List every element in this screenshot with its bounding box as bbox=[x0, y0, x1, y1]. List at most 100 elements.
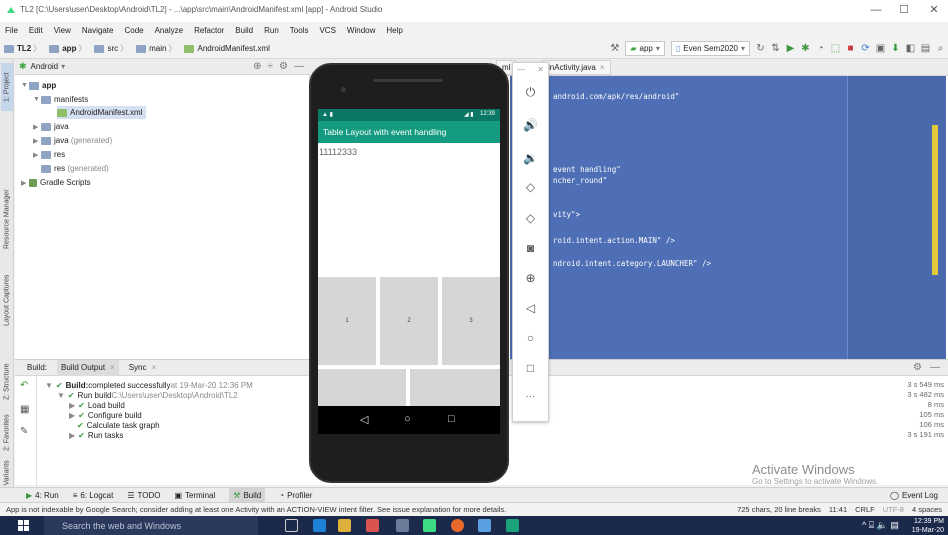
button-1[interactable]: 1 bbox=[318, 277, 376, 365]
tool-tab-favorites[interactable]: 2: Favorites bbox=[1, 409, 13, 457]
menu-analyze[interactable]: Analyze bbox=[155, 26, 183, 35]
more-options-icon[interactable]: ··· bbox=[513, 391, 548, 402]
volume-down-icon[interactable]: 🔉 bbox=[513, 151, 548, 165]
menu-edit[interactable]: Edit bbox=[29, 26, 43, 35]
menu-vcs[interactable]: VCS bbox=[319, 26, 335, 35]
rotate-left-icon[interactable]: ◇ bbox=[513, 180, 548, 194]
volume-up-icon[interactable]: 🔊 bbox=[513, 118, 548, 132]
menu-window[interactable]: Window bbox=[347, 26, 375, 35]
tree-item-java[interactable]: ▶ java bbox=[33, 120, 69, 133]
system-tray-icons[interactable]: ^ ⌸ 🔈 ▤ bbox=[862, 520, 899, 531]
close-tab-icon[interactable]: × bbox=[152, 363, 157, 372]
rerun-icon[interactable]: ↻ bbox=[753, 43, 768, 54]
menu-navigate[interactable]: Navigate bbox=[82, 26, 114, 35]
code-line[interactable]: ncher_round" bbox=[553, 176, 607, 185]
button-2[interactable]: 2 bbox=[380, 277, 438, 365]
zoom-icon[interactable]: ⊕ bbox=[513, 271, 548, 285]
recents-icon[interactable]: □ bbox=[448, 413, 455, 425]
home-icon[interactable]: ○ bbox=[513, 331, 548, 345]
tool-run[interactable]: ▶ 4: Run bbox=[26, 488, 59, 503]
build-row[interactable]: ✔ Calculate task graph bbox=[77, 420, 160, 430]
target-icon[interactable]: ⊕ bbox=[253, 61, 261, 72]
apply-changes-icon[interactable]: ⇅ bbox=[768, 43, 783, 54]
menu-run[interactable]: Run bbox=[264, 26, 279, 35]
build-row[interactable]: ▶ ✔ Load build bbox=[69, 400, 125, 410]
maximize-button[interactable]: ☐ bbox=[896, 3, 912, 17]
build-row[interactable]: ▼ ✔ Build: completed successfully at 19-Ma… bbox=[45, 380, 253, 390]
back-icon[interactable]: ◁ bbox=[513, 301, 548, 315]
sublime-icon[interactable] bbox=[366, 519, 379, 532]
sync-gradle-icon[interactable]: ⟳ bbox=[858, 43, 873, 54]
chrome-icon[interactable] bbox=[451, 519, 464, 532]
screenshot-icon[interactable]: ◙ bbox=[513, 241, 548, 255]
build-row[interactable]: ▼ ✔ Run build C:\Users\user\Desktop\Androi… bbox=[57, 390, 238, 400]
status-position[interactable]: 11:41 bbox=[829, 505, 847, 514]
menu-tools[interactable]: Tools bbox=[290, 26, 309, 35]
tool-tab-project[interactable]: 1: Project bbox=[1, 63, 13, 111]
menu-refactor[interactable]: Refactor bbox=[194, 26, 224, 35]
paint-icon[interactable] bbox=[478, 519, 491, 532]
tree-item-androidmanifest[interactable]: AndroidManifest.xml bbox=[57, 106, 147, 119]
tool-event-log[interactable]: ◯ Event Log bbox=[890, 488, 938, 503]
taskbar-search[interactable]: Search the web and Windows bbox=[44, 516, 258, 535]
tree-item-res[interactable]: ▶ res bbox=[33, 148, 65, 161]
breadcrumb-app[interactable]: app 〉 bbox=[45, 43, 88, 54]
gear-icon[interactable]: ⚙ bbox=[913, 362, 922, 373]
task-view-icon[interactable] bbox=[285, 519, 298, 532]
code-line[interactable]: android.com/apk/res/android" bbox=[553, 92, 679, 101]
taskbar-clock[interactable]: 12:39 PM 19-Mar-20 bbox=[912, 517, 944, 535]
search-icon[interactable]: ⌕ bbox=[933, 43, 948, 54]
close-tab-icon[interactable]: × bbox=[110, 363, 115, 372]
device-dropdown[interactable]: ▯ Even Sem2020 ▾ bbox=[670, 41, 750, 56]
breadcrumb-main[interactable]: main 〉 bbox=[132, 43, 178, 54]
project-structure-icon[interactable]: ▤ bbox=[918, 43, 933, 54]
tree-item-java-generated[interactable]: ▶ java (generated) bbox=[33, 134, 112, 147]
hammer-icon[interactable]: ⚒ bbox=[607, 43, 622, 54]
status-line-separator[interactable]: CRLF bbox=[855, 505, 875, 514]
edge-icon[interactable] bbox=[313, 519, 326, 532]
status-message[interactable]: App is not indexable by Google Search; c… bbox=[6, 505, 506, 514]
tree-item-app[interactable]: ▼ app bbox=[21, 79, 56, 92]
tree-item-manifests[interactable]: ▼ manifests bbox=[33, 93, 88, 106]
rebuild-icon[interactable]: ↶ bbox=[20, 380, 28, 391]
breadcrumb-src[interactable]: src 〉 bbox=[90, 43, 130, 54]
menu-view[interactable]: View bbox=[54, 26, 71, 35]
build-row[interactable]: ▶ ✔ Run tasks bbox=[69, 430, 123, 440]
avd-manager-icon[interactable]: ▣ bbox=[873, 43, 888, 54]
overview-icon[interactable]: □ bbox=[513, 361, 548, 375]
tool-profiler[interactable]: ◔ Profiler bbox=[279, 488, 312, 503]
code-line[interactable]: roid.intent.action.MAIN" /> bbox=[553, 236, 675, 245]
rotate-right-icon[interactable]: ◇ bbox=[513, 211, 548, 225]
run-icon[interactable]: ▶ bbox=[783, 43, 798, 54]
hide-icon[interactable]: — bbox=[930, 362, 940, 373]
power-icon[interactable]: ⏻ bbox=[513, 85, 548, 100]
menu-file[interactable]: File bbox=[5, 26, 18, 35]
close-button[interactable]: ✕ bbox=[926, 3, 942, 17]
code-line[interactable]: ndroid.intent.category.LAUNCHER" /> bbox=[553, 259, 711, 268]
tool-build[interactable]: ⚒ Build bbox=[229, 487, 266, 503]
profile-icon[interactable]: ◔ bbox=[813, 43, 828, 54]
hide-icon[interactable]: — bbox=[294, 61, 304, 72]
pin-icon[interactable]: ✎ bbox=[20, 426, 28, 437]
button-3[interactable]: 3 bbox=[442, 277, 500, 365]
run-config-dropdown[interactable]: ▰ app ▾ bbox=[625, 41, 665, 56]
gear-icon[interactable]: ⚙ bbox=[279, 61, 288, 72]
toggle-view-icon[interactable]: ▦ bbox=[20, 404, 29, 415]
tab-build-output[interactable]: Build Output × bbox=[57, 359, 119, 376]
tab-mainactivity[interactable]: inActivity.java × bbox=[542, 60, 611, 75]
emulator-close-button[interactable]: ✕ bbox=[513, 65, 548, 74]
android-studio-taskbar-icon[interactable] bbox=[423, 519, 436, 532]
tool-tab-resource-manager[interactable]: Resource Manager bbox=[1, 179, 13, 259]
tree-item-res-generated[interactable]: res (generated) bbox=[41, 162, 109, 175]
breadcrumb-project[interactable]: TL2 〉 bbox=[0, 43, 43, 54]
breadcrumb-manifest[interactable]: AndroidManifest.xml bbox=[180, 44, 270, 53]
menu-help[interactable]: Help bbox=[386, 26, 402, 35]
stop-icon[interactable]: ■ bbox=[843, 43, 858, 54]
minimize-button[interactable]: — bbox=[868, 3, 884, 17]
home-icon[interactable]: ○ bbox=[404, 413, 411, 425]
tree-item-gradle-scripts[interactable]: ▶ Gradle Scripts bbox=[21, 176, 91, 189]
close-tab-icon[interactable]: × bbox=[600, 63, 605, 72]
menu-code[interactable]: Code bbox=[124, 26, 143, 35]
project-view-selector[interactable]: Android bbox=[31, 62, 59, 71]
back-icon[interactable]: ◁ bbox=[360, 413, 368, 426]
